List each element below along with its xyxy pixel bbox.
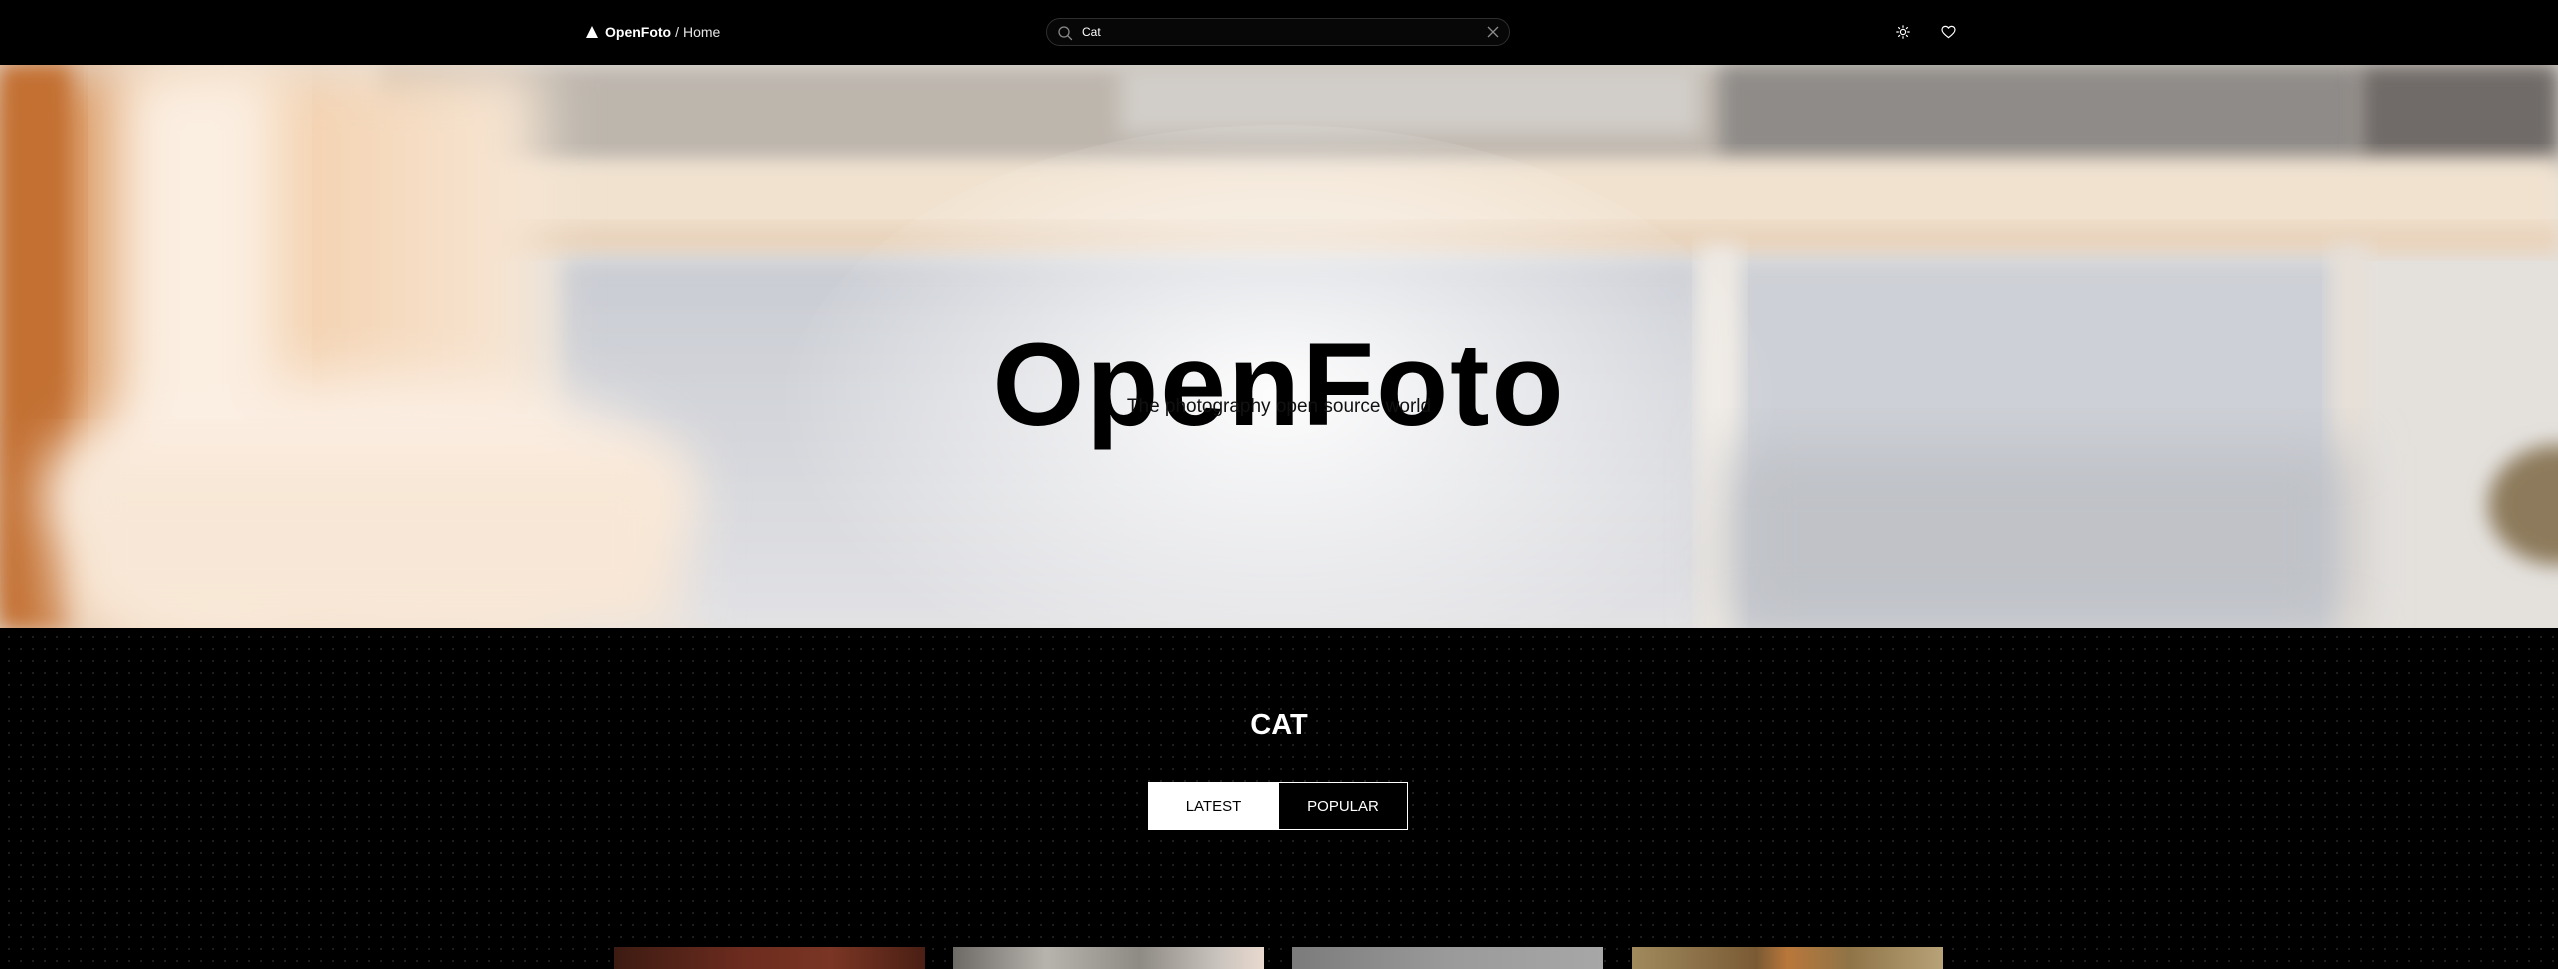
photo-thumbnail[interactable] — [1292, 947, 1603, 969]
breadcrumb-current-page: Home — [683, 24, 721, 40]
sun-icon — [1896, 25, 1910, 39]
top-navigation-bar: OpenFoto / Home — [0, 0, 2558, 65]
theme-toggle-button[interactable] — [1894, 23, 1912, 41]
category-section: CAT LATEST POPULAR — [0, 628, 2558, 969]
breadcrumb: OpenFoto / Home — [585, 22, 720, 42]
close-icon[interactable] — [1485, 24, 1501, 40]
photo-thumbnail[interactable] — [614, 947, 925, 969]
category-title: CAT — [1250, 709, 1308, 741]
hero-subtitle: The photography open source world — [1126, 396, 1432, 417]
triangle-logo-icon — [585, 24, 601, 40]
hero-title: OpenFoto — [992, 319, 1566, 451]
heart-icon — [1940, 25, 1956, 39]
sort-tabs: LATEST POPULAR — [1148, 782, 1408, 830]
search-input[interactable] — [1082, 19, 1462, 45]
breadcrumb-separator: / — [675, 24, 679, 40]
favorites-button[interactable] — [1939, 23, 1957, 41]
photo-thumbnail[interactable] — [953, 947, 1264, 969]
hero-banner: OpenFoto The photography open source wor… — [0, 65, 2558, 628]
brand-home-link[interactable]: OpenFoto — [605, 24, 671, 40]
tab-popular[interactable]: POPULAR — [1278, 783, 1407, 829]
photo-thumbnail[interactable] — [1632, 947, 1943, 969]
search-icon — [1057, 25, 1073, 41]
tab-latest[interactable]: LATEST — [1149, 783, 1278, 829]
photo-grid — [0, 947, 2558, 969]
search-bar — [1046, 18, 1510, 46]
